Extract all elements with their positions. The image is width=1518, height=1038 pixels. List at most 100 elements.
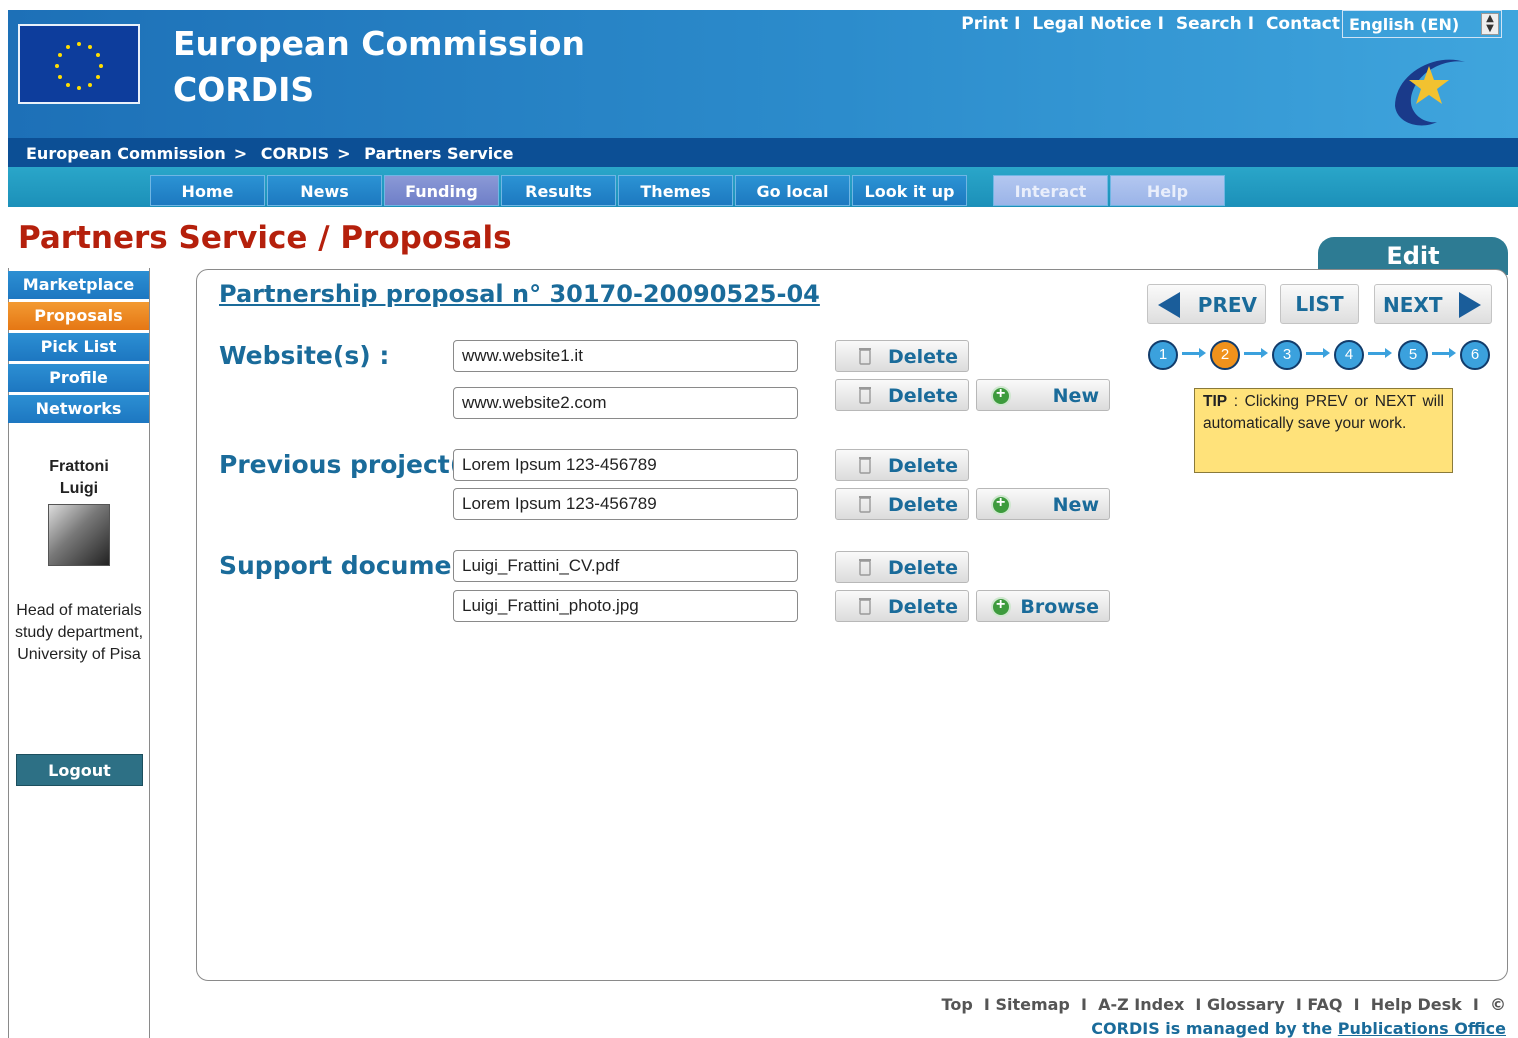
footer-faq-link[interactable]: FAQ	[1307, 995, 1342, 1014]
step-6[interactable]: 6	[1460, 340, 1490, 370]
eu-flag-logo[interactable]	[18, 24, 140, 104]
nav-themes[interactable]: Themes	[618, 175, 733, 206]
delete-document-2-button[interactable]: Delete	[835, 590, 969, 622]
trash-icon	[859, 387, 871, 404]
step-3[interactable]: 3	[1272, 340, 1302, 370]
arrow-left-icon	[1158, 292, 1180, 318]
top-links: Print I Legal Notice I Search I Contact	[961, 14, 1340, 34]
tip-text: : Clicking PREV or NEXT will automatical…	[1203, 393, 1444, 432]
document-field-2[interactable]: Luigi_Frattini_photo.jpg	[453, 590, 798, 622]
trash-icon	[859, 559, 871, 576]
delete-project-2-button[interactable]: Delete	[835, 488, 969, 520]
breadcrumb-partners-service[interactable]: Partners Service	[364, 144, 513, 163]
new-label: New	[1052, 494, 1099, 516]
brand-title: European Commission	[173, 24, 585, 63]
avatar	[48, 504, 110, 566]
add-icon	[991, 385, 1011, 406]
next-button[interactable]: NEXT	[1374, 284, 1492, 324]
arrow-right-icon	[1459, 292, 1481, 318]
nav-help[interactable]: Help	[1110, 175, 1225, 206]
footer-links: Top I Sitemap I A-Z Index I Glossary I F…	[941, 995, 1506, 1014]
list-button[interactable]: LIST	[1280, 284, 1359, 324]
delete-website-2-button[interactable]: Delete	[835, 379, 969, 411]
footer-az-index-link[interactable]: A-Z Index	[1098, 995, 1184, 1014]
search-link[interactable]: Search	[1176, 14, 1242, 34]
nav-interact[interactable]: Interact	[993, 175, 1108, 206]
delete-label: Delete	[887, 494, 958, 516]
delete-document-1-button[interactable]: Delete	[835, 551, 969, 583]
add-icon	[991, 494, 1011, 515]
new-label: New	[1052, 385, 1099, 407]
nav-look-it-up[interactable]: Look it up	[852, 175, 967, 206]
nav-funding[interactable]: Funding	[384, 175, 499, 206]
footer-managed: CORDIS is managed by the Publications Of…	[1091, 1019, 1506, 1038]
document-field-1[interactable]: Luigi_Frattini_CV.pdf	[453, 550, 798, 582]
delete-website-1-button[interactable]: Delete	[835, 340, 969, 372]
website-field-2[interactable]: www.website2.com	[453, 387, 798, 419]
browse-label: Browse	[1020, 596, 1099, 618]
delete-label: Delete	[887, 455, 958, 477]
delete-label: Delete	[887, 385, 958, 407]
user-last-name: Frattoni	[49, 458, 109, 475]
language-value: English (EN)	[1349, 15, 1460, 34]
sidebar-item-pick-list[interactable]: Pick List	[8, 333, 149, 361]
breadcrumb-cordis[interactable]: CORDIS	[261, 144, 329, 163]
step-arrow-icon	[1306, 348, 1330, 358]
step-arrow-icon	[1244, 348, 1268, 358]
logout-button[interactable]: Logout	[16, 754, 143, 786]
project-field-1[interactable]: Lorem Ipsum 123-456789	[453, 449, 798, 481]
new-project-button[interactable]: New	[976, 488, 1110, 520]
prev-button[interactable]: PREV	[1147, 284, 1266, 324]
footer-copyright: ©	[1490, 995, 1506, 1014]
add-icon	[991, 596, 1011, 617]
websites-label: Website(s) :	[219, 341, 390, 370]
prev-label: PREV	[1197, 293, 1257, 317]
managed-prefix: CORDIS is managed by the	[1091, 1019, 1333, 1038]
footer-help-desk-link[interactable]: Help Desk	[1371, 995, 1462, 1014]
trash-icon	[859, 496, 871, 513]
step-5[interactable]: 5	[1398, 340, 1428, 370]
project-field-2[interactable]: Lorem Ipsum 123-456789	[453, 488, 798, 520]
footer-sitemap-link[interactable]: Sitemap	[995, 995, 1069, 1014]
legal-notice-link[interactable]: Legal Notice	[1032, 14, 1151, 34]
language-select[interactable]: English (EN) ▲ ▼	[1342, 10, 1502, 38]
step-4[interactable]: 4	[1334, 340, 1364, 370]
nav-news[interactable]: News	[267, 175, 382, 206]
user-role: Head of materials study department, Univ…	[14, 602, 144, 663]
sidebar-item-networks[interactable]: Networks	[8, 395, 149, 423]
delete-project-1-button[interactable]: Delete	[835, 449, 969, 481]
content-panel	[196, 269, 1508, 981]
breadcrumb-european-commission[interactable]: European Commission	[26, 144, 226, 163]
page-title: Partners Service / Proposals	[18, 220, 512, 256]
delete-label: Delete	[887, 557, 958, 579]
proposal-title-link[interactable]: Partnership proposal n° 30170-20090525-0…	[219, 280, 820, 308]
trash-icon	[859, 348, 871, 365]
browse-button[interactable]: Browse	[976, 590, 1110, 622]
footer-top-link[interactable]: Top	[942, 995, 973, 1014]
footer-glossary-link[interactable]: Glossary	[1207, 995, 1285, 1014]
tip-box: TIP : Clicking PREV or NEXT will automat…	[1194, 388, 1453, 473]
new-website-button[interactable]: New	[976, 379, 1110, 411]
cordis-star-logo	[1385, 44, 1471, 130]
contact-link[interactable]: Contact	[1266, 14, 1340, 34]
website-field-1[interactable]: www.website1.it	[453, 340, 798, 372]
nav-home[interactable]: Home	[150, 175, 265, 206]
sidebar-item-marketplace[interactable]: Marketplace	[8, 271, 149, 299]
sidebar-item-profile[interactable]: Profile	[8, 364, 149, 392]
brand-subtitle: CORDIS	[173, 70, 315, 109]
publications-office-link[interactable]: Publications Office	[1338, 1019, 1506, 1038]
nav-go-local[interactable]: Go local	[735, 175, 850, 206]
step-arrow-icon	[1182, 348, 1206, 358]
breadcrumb: European Commission > CORDIS > Partners Se…	[26, 144, 514, 163]
nav-results[interactable]: Results	[501, 175, 616, 206]
user-name: Frattoni Luigi	[10, 456, 148, 500]
print-link[interactable]: Print	[961, 14, 1008, 34]
step-2[interactable]: 2	[1210, 340, 1240, 370]
delete-label: Delete	[887, 346, 958, 368]
step-1[interactable]: 1	[1148, 340, 1178, 370]
delete-label: Delete	[887, 596, 958, 618]
trash-icon	[859, 598, 871, 615]
next-label: NEXT	[1383, 293, 1443, 317]
user-first-name: Luigi	[59, 480, 99, 497]
sidebar-item-proposals[interactable]: Proposals	[8, 302, 149, 330]
